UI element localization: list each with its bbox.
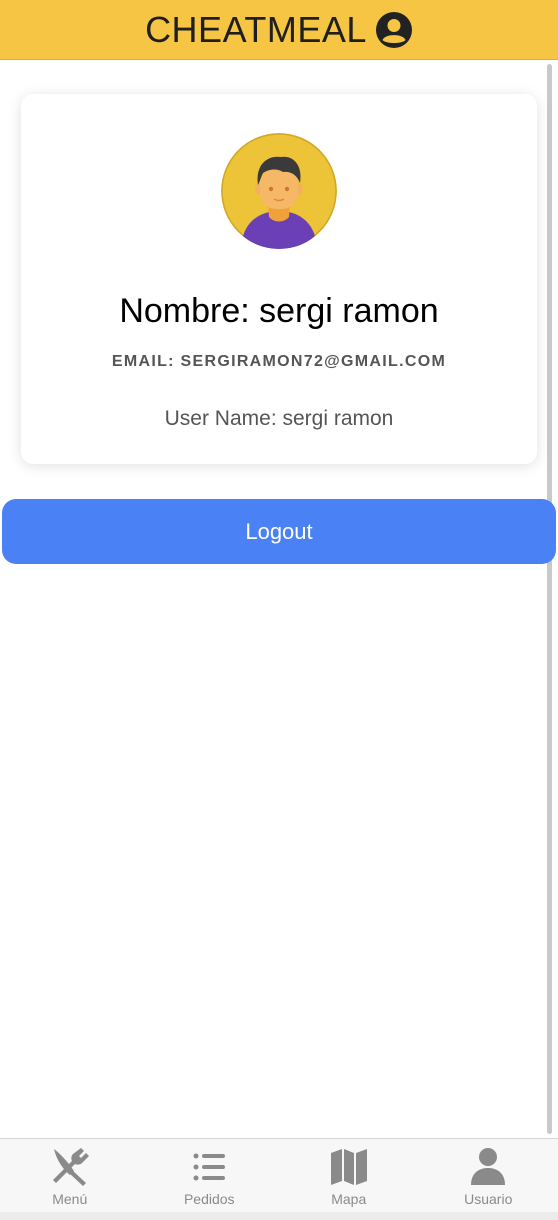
map-icon (327, 1145, 371, 1189)
tab-menu-label: Menú (52, 1191, 88, 1207)
profile-username: User Name: sergi ramon (164, 407, 394, 430)
fork-knife-icon (48, 1145, 92, 1189)
app-header: CHEATMEAL (0, 0, 558, 60)
tab-pedidos[interactable]: Pedidos (140, 1139, 280, 1212)
list-icon (187, 1145, 231, 1189)
tab-mapa-label: Mapa (331, 1191, 367, 1207)
avatar (221, 133, 337, 249)
profile-email: EMAIL: SERGIRAMON72@GMAIL.COM (111, 353, 447, 370)
bottom-strip (0, 1212, 558, 1220)
profile-name: Nombre: sergi ramon (119, 292, 439, 330)
user-icon (466, 1145, 510, 1189)
app-title: CHEATMEAL (145, 8, 367, 50)
tab-pedidos-label: Pedidos (183, 1191, 235, 1207)
app-root: CHEATMEAL Nombre: sergi ramon EMAIL: SER… (0, 0, 558, 1220)
profile-card: Nombre: sergi ramon EMAIL: SERGIRAMON72@… (21, 94, 537, 464)
scrollbar[interactable] (547, 64, 552, 1134)
tab-mapa[interactable]: Mapa (279, 1139, 419, 1212)
user-circle-icon[interactable] (375, 11, 413, 49)
tab-usuario[interactable]: Usuario (419, 1139, 558, 1212)
tab-menu[interactable]: Menú (0, 1139, 140, 1212)
logout-button[interactable]: Logout (2, 499, 556, 564)
bottom-tab-bar: Menú Pedidos Mapa Usuario (0, 1138, 558, 1212)
tab-usuario-label: Usuario (464, 1191, 513, 1207)
